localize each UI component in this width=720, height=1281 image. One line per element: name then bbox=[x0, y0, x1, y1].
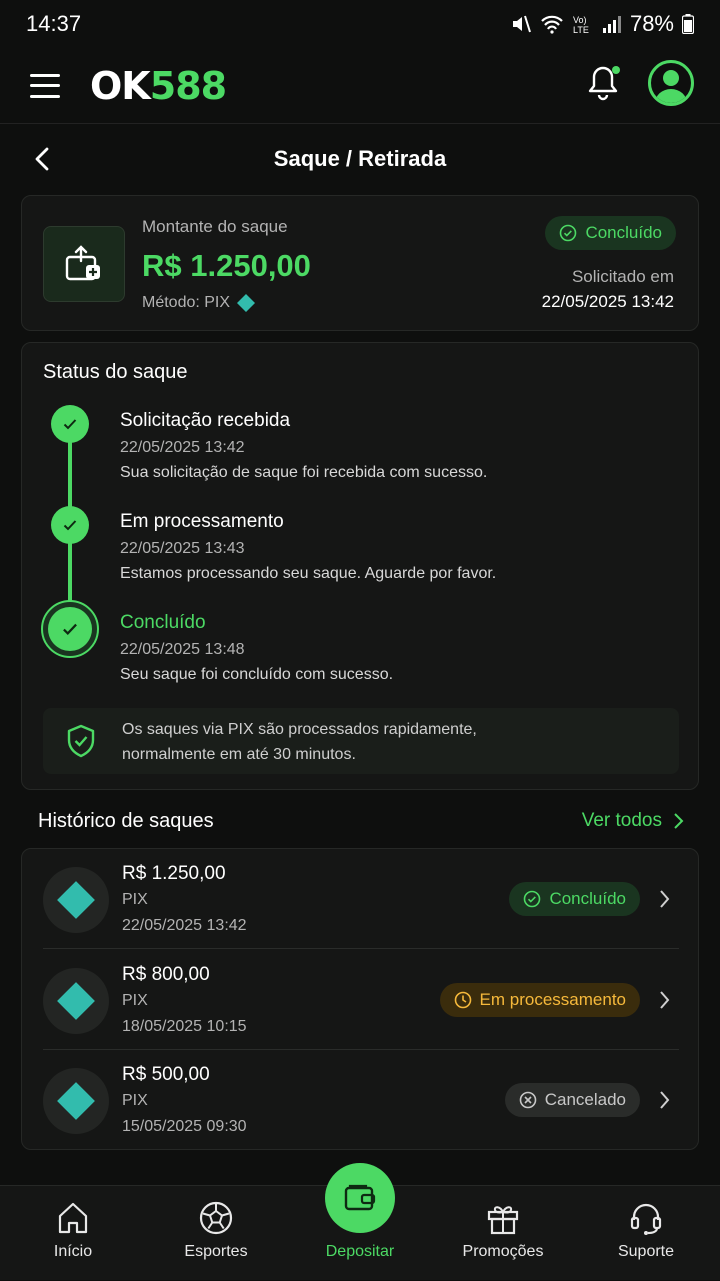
clock: 14:37 bbox=[26, 11, 82, 36]
pix-icon bbox=[237, 294, 256, 312]
pix-icon bbox=[43, 968, 109, 1034]
chevron-right-icon bbox=[674, 813, 684, 829]
pix-info-text: Os saques via PIX são processados rapida… bbox=[122, 721, 477, 763]
step-title: Concluído bbox=[120, 612, 206, 633]
check-circle-icon bbox=[524, 890, 541, 908]
see-all-link[interactable]: Ver todos bbox=[582, 810, 684, 832]
battery-level: 78% bbox=[629, 11, 674, 36]
step-description: Estamos processando seu saque. Aguarde p… bbox=[120, 565, 497, 582]
home-icon bbox=[58, 1202, 88, 1234]
status-badge: Em processamento bbox=[439, 983, 640, 1017]
step-date: 22/05/2025 13:42 bbox=[120, 439, 245, 456]
page-title-bar: Saque / Retirada bbox=[0, 124, 720, 194]
history-method: PIX bbox=[122, 891, 148, 908]
pix-info-box: Os saques via PIX são processados rapida… bbox=[43, 708, 679, 774]
shield-check-icon bbox=[67, 724, 95, 758]
status-icons: Vo) LTE 78% bbox=[510, 11, 694, 37]
wifi-icon bbox=[541, 15, 563, 34]
check-circle-icon bbox=[560, 224, 577, 242]
history-date: 15/05/2025 09:30 bbox=[122, 1118, 247, 1135]
app-header: OK588 bbox=[0, 48, 720, 124]
history-row[interactable]: R$ 800,00 PIX 18/05/2025 10:15 Em proces… bbox=[22, 950, 700, 1050]
nav-home[interactable]: Início bbox=[13, 1186, 133, 1281]
step-date: 22/05/2025 13:43 bbox=[120, 540, 245, 557]
pix-icon bbox=[43, 1068, 109, 1134]
battery-icon bbox=[682, 14, 694, 34]
status-timeline-card: Status do saque Solicitação recebida 22/… bbox=[21, 342, 699, 790]
headset-icon bbox=[630, 1203, 662, 1235]
amount-value: R$ 1.250,00 bbox=[142, 248, 311, 283]
withdrawal-summary-card: Montante do saque R$ 1.250,00 Método: PI… bbox=[21, 195, 699, 331]
nav-sports[interactable]: Esportes bbox=[156, 1186, 276, 1281]
history-date: 22/05/2025 13:42 bbox=[122, 917, 247, 934]
requested-date: 22/05/2025 13:42 bbox=[541, 292, 674, 311]
clock-icon bbox=[454, 991, 471, 1009]
menu-icon[interactable] bbox=[30, 73, 60, 98]
payment-method: Método: PIX bbox=[142, 293, 256, 313]
history-amount: R$ 800,00 bbox=[122, 964, 210, 985]
gift-icon bbox=[487, 1206, 519, 1235]
requested-label: Solicitado em bbox=[571, 267, 674, 286]
payment-method-label: Método: PIX bbox=[142, 294, 231, 311]
pix-icon bbox=[43, 867, 109, 933]
logo[interactable]: OK588 bbox=[90, 64, 227, 108]
status-section-title: Status do saque bbox=[43, 361, 188, 383]
history-row[interactable]: R$ 1.250,00 PIX 22/05/2025 13:42 Concluí… bbox=[22, 849, 700, 949]
history-amount: R$ 500,00 bbox=[122, 1064, 210, 1085]
step-description: Sua solicitação de saque foi recebida co… bbox=[120, 464, 488, 481]
nav-promotions[interactable]: Promoções bbox=[443, 1186, 563, 1281]
wallet-icon bbox=[344, 1184, 376, 1211]
chevron-right-icon bbox=[660, 890, 670, 908]
history-date: 18/05/2025 10:15 bbox=[122, 1018, 247, 1035]
svg-text:Vo): Vo) bbox=[573, 15, 587, 25]
status-bar: 14:37 Vo) LTE 78% bbox=[0, 0, 720, 48]
step-check-icon-active bbox=[41, 600, 99, 658]
avatar[interactable] bbox=[648, 60, 694, 106]
chevron-right-icon bbox=[660, 991, 670, 1009]
wallet-icon bbox=[43, 226, 125, 302]
step-title: Em processamento bbox=[120, 511, 284, 532]
svg-text:LTE: LTE bbox=[573, 25, 589, 35]
x-circle-icon bbox=[519, 1091, 537, 1109]
history-method: PIX bbox=[122, 992, 148, 1009]
status-badge: Concluído bbox=[545, 216, 676, 250]
soccer-ball-icon bbox=[199, 1201, 233, 1235]
history-list: R$ 1.250,00 PIX 22/05/2025 13:42 Concluí… bbox=[21, 848, 699, 1150]
history-row[interactable]: R$ 500,00 PIX 15/05/2025 09:30 Cancelado bbox=[22, 1050, 700, 1150]
history-method: PIX bbox=[122, 1092, 148, 1109]
history-title: Histórico de saques bbox=[38, 810, 214, 832]
notification-bell-icon[interactable] bbox=[584, 62, 622, 104]
deposit-button[interactable] bbox=[325, 1163, 395, 1233]
back-arrow-icon[interactable] bbox=[32, 146, 52, 172]
page-title: Saque / Retirada bbox=[273, 146, 447, 171]
status-badge: Cancelado bbox=[504, 1083, 640, 1117]
volte-icon: Vo)LTE bbox=[573, 15, 589, 35]
step-description: Seu saque foi concluído com sucesso. bbox=[120, 666, 394, 683]
step-check-icon bbox=[51, 506, 89, 544]
status-badge: Concluído bbox=[509, 882, 640, 916]
history-amount: R$ 1.250,00 bbox=[122, 863, 226, 884]
mute-icon bbox=[512, 15, 531, 33]
step-check-icon bbox=[51, 405, 89, 443]
step-title: Solicitação recebida bbox=[120, 410, 291, 431]
chevron-right-icon bbox=[660, 1091, 670, 1109]
nav-support[interactable]: Suporte bbox=[586, 1186, 706, 1281]
amount-label: Montante do saque bbox=[142, 217, 288, 236]
step-date: 22/05/2025 13:48 bbox=[120, 641, 245, 658]
signal-icon bbox=[602, 16, 621, 33]
